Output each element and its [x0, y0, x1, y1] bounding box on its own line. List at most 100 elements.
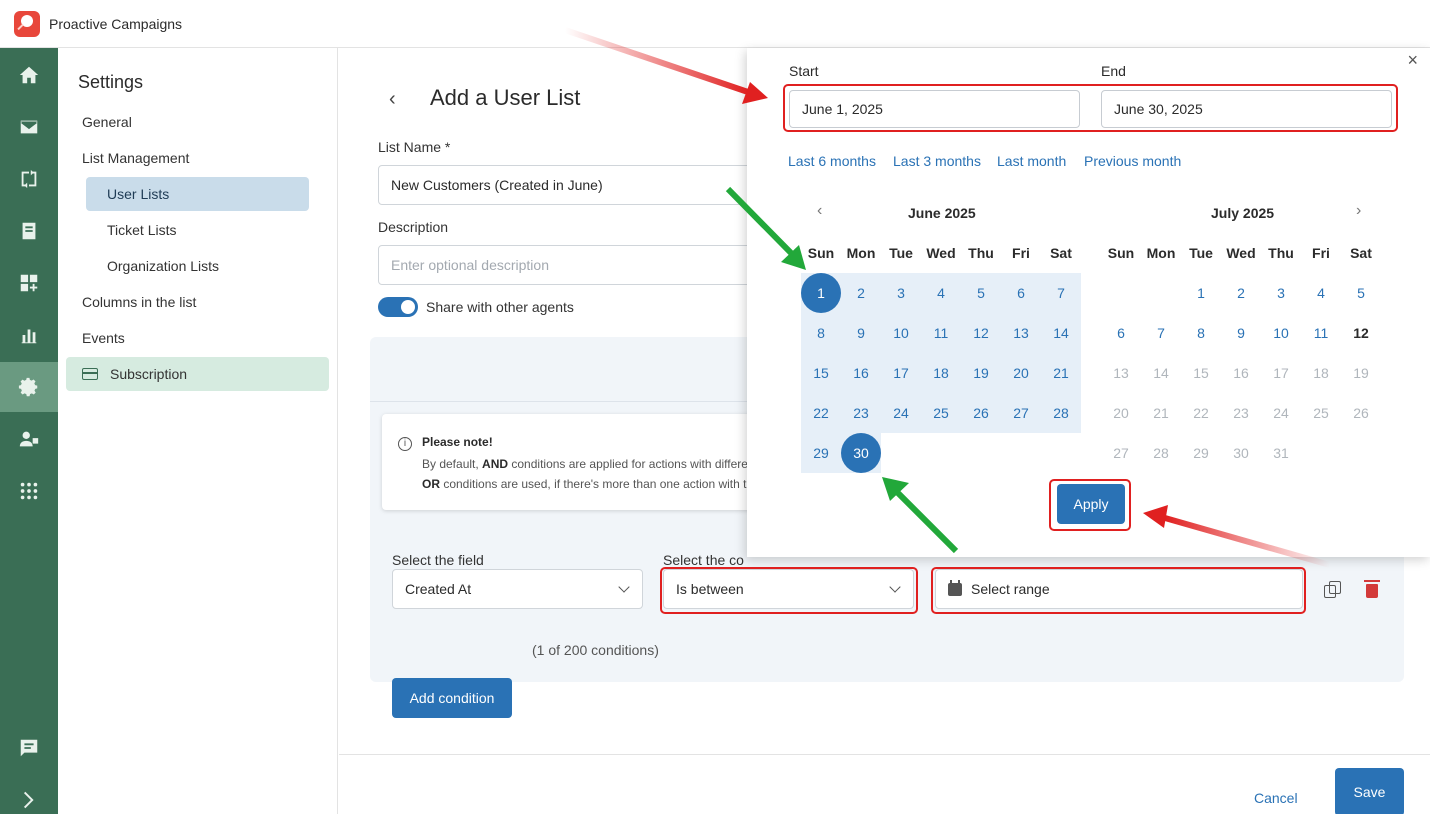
- calendar-day[interactable]: 27: [1001, 393, 1041, 433]
- calendar-day[interactable]: 7: [1141, 313, 1181, 353]
- inbox-icon[interactable]: [0, 206, 58, 256]
- chevron-down-icon: [889, 581, 901, 593]
- mail-icon[interactable]: [0, 102, 58, 152]
- settings-icon[interactable]: [0, 362, 58, 412]
- calendar-day[interactable]: 7: [1041, 273, 1081, 313]
- calendar-day[interactable]: 14: [1041, 313, 1081, 353]
- nav-subscription[interactable]: Subscription: [66, 357, 329, 391]
- calendar-day[interactable]: 30: [841, 433, 881, 473]
- top-bar: Proactive Campaigns: [0, 0, 1430, 48]
- preset-last-month[interactable]: Last month: [997, 153, 1066, 169]
- range-select[interactable]: Select range: [935, 569, 1303, 609]
- preset-last-6-months[interactable]: Last 6 months: [788, 153, 876, 169]
- sync-icon[interactable]: [0, 154, 58, 204]
- calendar-day[interactable]: 9: [841, 313, 881, 353]
- preset-previous-month[interactable]: Previous month: [1084, 153, 1181, 169]
- nav-events[interactable]: Events: [82, 321, 125, 355]
- calendar-day[interactable]: 5: [1341, 273, 1381, 313]
- calendar-day[interactable]: 11: [921, 313, 961, 353]
- weekday-header: Thu: [968, 245, 994, 261]
- calendar-day[interactable]: 3: [881, 273, 921, 313]
- nav-columns[interactable]: Columns in the list: [82, 285, 196, 319]
- back-chevron-icon[interactable]: ‹: [389, 88, 396, 111]
- grid-icon[interactable]: [0, 466, 58, 516]
- calendar-day[interactable]: 2: [1221, 273, 1261, 313]
- calendar-day[interactable]: 10: [881, 313, 921, 353]
- close-icon[interactable]: ×: [1407, 50, 1418, 71]
- calendar-day[interactable]: 18: [921, 353, 961, 393]
- calendar-day[interactable]: 13: [1001, 313, 1041, 353]
- duplicate-icon[interactable]: [1324, 581, 1341, 598]
- calendar-day[interactable]: 20: [1001, 353, 1041, 393]
- trash-icon[interactable]: [1364, 580, 1380, 598]
- share-label: Share with other agents: [426, 299, 574, 315]
- operator-select[interactable]: Is between: [663, 569, 914, 609]
- end-date-input[interactable]: June 30, 2025: [1101, 90, 1392, 128]
- calendar-day: 13: [1113, 365, 1129, 381]
- calendar-day[interactable]: 1: [801, 273, 841, 313]
- calendar-day[interactable]: 25: [921, 393, 961, 433]
- next-month-chevron-icon[interactable]: ›: [1356, 202, 1361, 220]
- apply-button[interactable]: Apply: [1057, 484, 1125, 524]
- calendar-day[interactable]: 6: [1001, 273, 1041, 313]
- calendar-day[interactable]: 16: [841, 353, 881, 393]
- calendar-day[interactable]: 19: [961, 353, 1001, 393]
- field-select-value: Created At: [405, 581, 472, 597]
- calendar-day[interactable]: 8: [1181, 313, 1221, 353]
- calendar-day: 16: [1233, 365, 1249, 381]
- calendar-day[interactable]: 4: [921, 273, 961, 313]
- calendar-day[interactable]: 1: [1181, 273, 1221, 313]
- calendar-day: 27: [1113, 445, 1129, 461]
- calendar-day[interactable]: 9: [1221, 313, 1261, 353]
- note-box: i Please note! By default, AND condition…: [382, 414, 782, 510]
- home-icon[interactable]: [0, 50, 58, 100]
- chevron-right-icon[interactable]: [0, 775, 58, 814]
- calendar-day[interactable]: 26: [961, 393, 1001, 433]
- calendar-day[interactable]: 12: [1341, 313, 1381, 353]
- calendar-day[interactable]: 5: [961, 273, 1001, 313]
- calendar-day: 28: [1153, 445, 1169, 461]
- calendar-day[interactable]: 17: [881, 353, 921, 393]
- nav-user-lists[interactable]: User Lists: [86, 177, 309, 211]
- chat-icon[interactable]: [0, 723, 58, 773]
- calendar-day[interactable]: 29: [801, 433, 841, 473]
- calendar-day[interactable]: 10: [1261, 313, 1301, 353]
- calendar-day[interactable]: 2: [841, 273, 881, 313]
- nav-ticket-lists[interactable]: Ticket Lists: [86, 213, 309, 247]
- field-select[interactable]: Created At: [392, 569, 643, 609]
- calendar-day: 29: [1193, 445, 1209, 461]
- calendar-day[interactable]: 15: [801, 353, 841, 393]
- chart-icon[interactable]: [0, 310, 58, 360]
- start-date-input[interactable]: June 1, 2025: [789, 90, 1080, 128]
- calendar-day[interactable]: 12: [961, 313, 1001, 353]
- calendar-day[interactable]: 28: [1041, 393, 1081, 433]
- calendar-day[interactable]: 11: [1301, 313, 1341, 353]
- list-name-input[interactable]: New Customers (Created in June): [378, 165, 798, 205]
- calendar-day[interactable]: 3: [1261, 273, 1301, 313]
- cancel-button[interactable]: Cancel: [1254, 790, 1298, 806]
- weekday-header: Sat: [1350, 245, 1372, 261]
- preset-last-3-months[interactable]: Last 3 months: [893, 153, 981, 169]
- share-toggle[interactable]: [378, 297, 418, 317]
- prev-month-chevron-icon[interactable]: ‹: [817, 202, 822, 220]
- save-button[interactable]: Save: [1335, 768, 1404, 814]
- apps-add-icon[interactable]: [0, 258, 58, 308]
- weekday-header: Tue: [889, 245, 913, 261]
- calendar-day[interactable]: 6: [1101, 313, 1141, 353]
- condition-label: Select the co: [663, 552, 744, 568]
- calendar-day[interactable]: 22: [801, 393, 841, 433]
- nav-list-management[interactable]: List Management: [82, 141, 189, 175]
- calendar-day[interactable]: 24: [881, 393, 921, 433]
- calendar-day[interactable]: 23: [841, 393, 881, 433]
- nav-general[interactable]: General: [82, 105, 132, 139]
- description-input[interactable]: Enter optional description: [378, 245, 798, 285]
- calendar-day[interactable]: 21: [1041, 353, 1081, 393]
- calendar-day[interactable]: 8: [801, 313, 841, 353]
- condition-count: (1 of 200 conditions): [532, 642, 659, 658]
- app-logo-icon: [14, 10, 40, 37]
- calendar-day[interactable]: 4: [1301, 273, 1341, 313]
- add-condition-button[interactable]: Add condition: [392, 678, 512, 718]
- user-lock-icon[interactable]: [0, 414, 58, 464]
- settings-sidenav: Settings General List Management User Li…: [58, 48, 338, 814]
- nav-organization-lists[interactable]: Organization Lists: [86, 249, 309, 283]
